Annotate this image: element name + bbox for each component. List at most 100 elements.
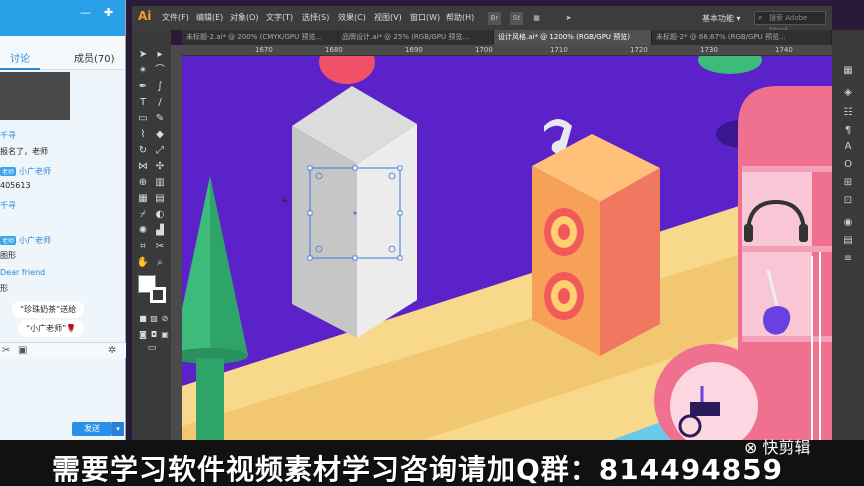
mesh-tool-icon[interactable]: ▤ [152,192,168,205]
selection-handle[interactable] [397,210,403,216]
menu-select[interactable]: 选择(S) [302,12,329,23]
draw-inside-icon[interactable]: ▣ [157,328,173,341]
transform-panel-icon[interactable]: ⊡ [840,194,856,208]
paragraph-panel-icon[interactable]: ¶ [840,124,856,138]
selection-handle[interactable] [352,255,358,261]
selection-handle[interactable] [307,165,313,171]
red-ball [319,56,375,84]
illustrator-logo: Ai [138,9,152,23]
gpu-rocket-icon[interactable]: ➤ [562,12,575,25]
slice-tool-icon[interactable]: ✂ [152,240,168,253]
document-tab[interactable]: 未标题-2* @ 66.67% (RGB/GPU 预览... [652,30,832,45]
type-tool-icon[interactable]: T [135,96,151,109]
pen-tool-icon[interactable]: ✒ [135,80,151,93]
rotate-tool-icon[interactable]: ↻ [135,144,151,157]
magic-wand-tool-icon[interactable]: ✶ [135,64,151,77]
opentype-panel-icon[interactable]: O [840,158,856,172]
shape-builder-tool-icon[interactable]: ⊕ [135,176,151,189]
stroke-panel-icon[interactable]: ≡ [840,252,856,266]
message-text: 图形 [0,251,16,260]
direct-selection-tool-icon[interactable]: ▸ [152,48,168,61]
scissors-icon[interactable]: ✂ [2,345,10,356]
tree-canopy-shade [210,176,248,356]
horizontal-ruler[interactable]: 1670 1680 1690 1700 1710 1720 1730 1740 [182,45,832,56]
libraries-panel-icon[interactable]: ☷ [840,106,856,120]
menu-view[interactable]: 视图(V) [374,12,402,23]
speaker-woofer-core [558,224,570,240]
message-sender[interactable]: Dear friend [0,268,45,277]
scale-tool-icon[interactable]: ⤢ [152,144,168,157]
message-sender[interactable]: 千寻 [0,130,16,141]
document-tab[interactable]: 未标题-2.ai* @ 200% (CMYK/GPU 预览... [182,30,338,45]
stock-button[interactable]: St [510,12,523,25]
gift-bubble: “小广老师”🌹 [18,320,85,337]
graph-tool-icon[interactable]: ▟ [152,224,168,237]
tab-discussion[interactable]: 讨论 [10,50,30,65]
selection-handle[interactable] [307,210,313,216]
zoom-tool-icon[interactable]: ⌕ [152,256,168,269]
color-panel-icon[interactable]: ◉ [840,216,856,230]
layers-panel-icon[interactable]: ◈ [840,86,856,100]
gear-icon[interactable]: ✲ [108,345,116,356]
menu-window[interactable]: 窗口(W) [410,12,440,23]
headphones-cup [744,224,753,242]
blend-tool-icon[interactable]: ◐ [152,208,168,221]
align-panel-icon[interactable]: ⊞ [840,176,856,190]
message-sender[interactable]: 老师 小广老师 [0,166,51,177]
screen-mode-icon[interactable]: ▭ [144,342,160,355]
message-sender[interactable]: 老师 小广老师 [0,235,51,246]
ruler-label: 1720 [630,46,648,54]
character-panel-icon[interactable]: A [840,140,856,154]
bridge-button[interactable]: Br [488,12,501,25]
pencil-tool-icon[interactable]: ✎ [152,112,168,125]
artboard-tool-icon[interactable]: ⌗ [135,240,151,253]
live-paint-tool-icon[interactable]: ▥ [152,176,168,189]
menu-help[interactable]: 帮助(H) [446,12,474,23]
puppet-warp-tool-icon[interactable]: ✣ [152,160,168,173]
document-tab-active[interactable]: 设计风格.ai* @ 1200% (RGB/GPU 预览) [494,30,652,45]
ruler-label: 1740 [775,46,793,54]
none-mode-icon[interactable]: ⊘ [157,312,173,325]
width-tool-icon[interactable]: ⋈ [135,160,151,173]
ad-caption: 需要学习软件视频素材学习咨询请加Q群：814494859 [52,453,784,486]
menu-effect[interactable]: 效果(C) [338,12,366,23]
rectangle-tool-icon[interactable]: ▭ [135,112,151,125]
eyedropper-tool-icon[interactable]: ⌿ [135,208,151,221]
menu-type[interactable]: 文字(T) [266,12,293,23]
document-tab[interactable]: 品牌设计.ai* @ 25% (RGB/GPU 预览... [338,30,494,45]
send-options-button[interactable]: ▾ [112,422,124,436]
menu-file[interactable]: 文件(F) [162,12,189,23]
line-tool-icon[interactable]: / [152,96,168,109]
menu-edit[interactable]: 编辑(E) [196,12,223,23]
stock-search-input[interactable]: ⌕ 搜索 Adobe Stock [754,11,826,34]
minimize-icon[interactable]: — [80,6,91,19]
selection-handle[interactable] [397,165,403,171]
image-icon[interactable]: ▣ [18,345,27,356]
paintbrush-tool-icon[interactable]: ⌇ [135,128,151,141]
hand-tool-icon[interactable]: ✋ [135,256,151,269]
selection-handle[interactable] [352,165,358,171]
tab-members[interactable]: 成员(70) [74,50,115,65]
properties-panel-icon[interactable]: ▦ [840,64,856,78]
stroke-swatch[interactable] [150,287,166,303]
curvature-tool-icon[interactable]: ∫ [152,80,168,93]
artboard-canvas[interactable]: ⌖ [182,56,832,440]
swatches-panel-icon[interactable]: ▤ [840,234,856,248]
perspective-grid-tool-icon[interactable]: ▦ [135,192,151,205]
lasso-tool-icon[interactable]: ⌒ [152,64,168,77]
selection-handle[interactable] [307,255,313,261]
eraser-tool-icon[interactable]: ◆ [152,128,168,141]
ruler-label: 1680 [325,46,343,54]
symbol-sprayer-tool-icon[interactable]: ✺ [135,224,151,237]
send-button[interactable]: 发送 [72,422,112,436]
workspace-switcher[interactable]: 基本功能 ▾ [702,13,741,24]
panel-dock: ▦ ◈ ☷ ¶ A O ⊞ ⊡ ◉ ▤ ≡ [832,30,864,440]
selection-handle[interactable] [397,255,403,261]
pin-icon[interactable]: ✚ [104,6,113,19]
message-sender[interactable]: 千寻 [0,200,16,211]
arrange-documents-icon[interactable]: ▦ [530,12,543,25]
selection-center [353,211,357,215]
menu-object[interactable]: 对象(O) [230,12,259,23]
selection-tool-icon[interactable]: ➤ [135,48,151,61]
vertical-ruler[interactable] [171,45,182,440]
